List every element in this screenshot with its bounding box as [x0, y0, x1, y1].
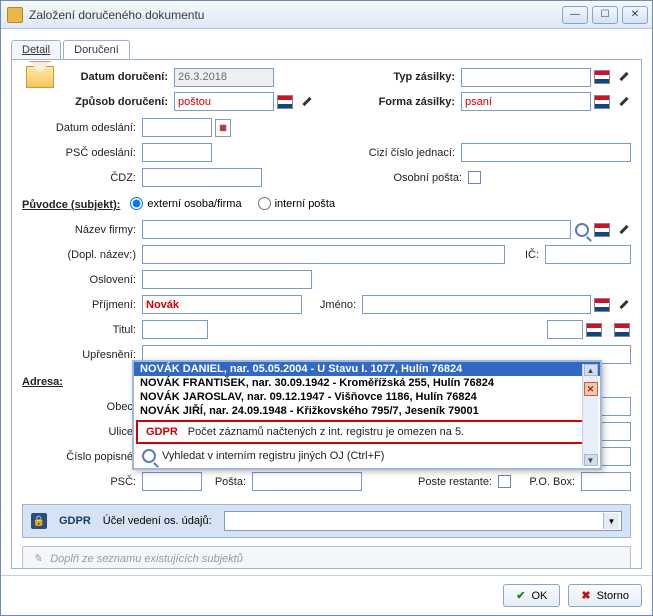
flag-icon[interactable]: [585, 321, 603, 339]
typ-zasilky-input[interactable]: [461, 68, 591, 87]
label-ucel: Účel vedení os. údajů:: [103, 515, 212, 527]
chevron-down-icon: ▼: [603, 513, 619, 529]
datum-doruceni-input[interactable]: [174, 68, 274, 87]
edit-icon[interactable]: [296, 93, 314, 111]
label-upresneni: Upřesnění:: [22, 349, 142, 361]
close-button[interactable]: ✕: [622, 6, 648, 24]
label-cislo-popisne: Číslo popisné:: [22, 451, 142, 463]
dropdown-scrollbar[interactable]: ▲ ✕ ▼: [582, 364, 598, 466]
search-icon[interactable]: [573, 221, 591, 239]
radio-interni[interactable]: interní pošta: [258, 197, 336, 210]
section-adresa: Adresa:: [22, 376, 63, 388]
label-pobox: P.O. Box:: [511, 476, 581, 488]
dropdown-item[interactable]: NOVÁK FRANTIŠEK, nar. 30.09.1942 - Kromě…: [134, 376, 600, 390]
gdpr-title: GDPR: [59, 515, 91, 527]
posta-input[interactable]: [252, 472, 362, 491]
flag-icon[interactable]: [276, 93, 294, 111]
label-datum-doruceni: Datum doručení:: [64, 71, 174, 83]
label-titul: Titul:: [22, 324, 142, 336]
label-psc: PSČ:: [22, 476, 142, 488]
flag-icon[interactable]: [613, 321, 631, 339]
storno-button[interactable]: ✖Storno: [568, 584, 642, 607]
flag-icon[interactable]: [593, 93, 611, 111]
label-osobni-posta: Osobní pošta:: [394, 172, 469, 184]
ic-input[interactable]: [545, 245, 631, 264]
dropdown-item[interactable]: NOVÁK JAROSLAV, nar. 09.12.1947 - Višňov…: [134, 390, 600, 404]
osobni-posta-checkbox[interactable]: [468, 171, 481, 184]
fill-from-list-button[interactable]: ✎ Doplň ze seznamu existujících subjektů: [22, 546, 631, 569]
flag-icon[interactable]: [593, 296, 611, 314]
label-dopl-nazev: (Dopl. název:): [22, 249, 142, 261]
cdz-input[interactable]: [142, 168, 262, 187]
window-title: Založení doručeného dokumentu: [29, 8, 204, 22]
dopl-nazev-input[interactable]: [142, 245, 505, 264]
label-ic: IČ:: [505, 249, 545, 261]
label-typ-zasilky: Typ zásilky:: [393, 71, 461, 83]
label-jmeno: Jméno:: [302, 299, 362, 311]
prijmeni-input[interactable]: [142, 295, 302, 314]
nazev-firmy-input[interactable]: [142, 220, 571, 239]
label-datum-odeslani: Datum odeslání:: [22, 122, 142, 134]
dropdown-search-row[interactable]: Vyhledat v interním registru jiných OJ (…: [134, 444, 600, 468]
app-icon: [7, 7, 23, 23]
dropdown-item[interactable]: NOVÁK DANIEL, nar. 05.05.2004 - U Stavu …: [134, 362, 600, 376]
label-ulice: Ulice:: [22, 426, 142, 438]
flag-icon[interactable]: [593, 68, 611, 86]
edit-icon[interactable]: [613, 221, 631, 239]
label-poste-restante: Poste restante:: [418, 476, 498, 488]
maximize-button[interactable]: ☐: [592, 6, 618, 24]
radio-externi[interactable]: externí osoba/firma: [130, 197, 241, 210]
dropdown-item[interactable]: NOVÁK JIŘÍ, nar. 24.09.1948 - Křižkovské…: [134, 404, 600, 418]
poste-restante-checkbox[interactable]: [498, 475, 511, 488]
titlebar: Založení doručeného dokumentu — ☐ ✕: [1, 1, 652, 29]
cizi-cislo-input[interactable]: [461, 143, 631, 162]
label-cdz: ČDZ:: [22, 172, 142, 184]
gdpr-limit-banner: GDPR Počet záznamů načtených z int. regi…: [136, 420, 598, 444]
edit-icon[interactable]: [613, 93, 631, 111]
label-nazev-firmy: Název firmy:: [22, 224, 142, 236]
label-prijmeni: Příjmení:: [22, 299, 142, 311]
mail-icon: [26, 66, 54, 88]
zpusob-doruceni-input[interactable]: [174, 92, 274, 111]
gdpr-panel: 🔒 GDPR Účel vedení os. údajů: ▼: [22, 504, 631, 538]
flag-icon[interactable]: [593, 221, 611, 239]
label-cizi-cislo: Cizí číslo jednací:: [369, 147, 461, 159]
minimize-button[interactable]: —: [562, 6, 588, 24]
pobox-input[interactable]: [581, 472, 631, 491]
jmeno-input[interactable]: [362, 295, 591, 314]
label-zpusob-doruceni: Způsob doručení:: [64, 96, 174, 108]
label-forma-zasilky: Forma zásilky:: [379, 96, 461, 108]
label-osloveni: Oslovení:: [22, 274, 142, 286]
section-puvodce: Původce (subjekt):: [22, 199, 120, 211]
wand-icon: ✎: [33, 552, 42, 565]
osloveni-input[interactable]: [142, 270, 312, 289]
edit-icon[interactable]: [613, 68, 631, 86]
dropdown-close-button[interactable]: ✕: [584, 382, 598, 396]
lock-icon: 🔒: [31, 513, 47, 529]
label-psc-odeslani: PSČ odeslání:: [22, 147, 142, 159]
ucel-combo[interactable]: ▼: [224, 511, 622, 531]
scroll-down-icon[interactable]: ▼: [584, 454, 598, 466]
scroll-up-icon[interactable]: ▲: [584, 364, 598, 376]
edit-icon[interactable]: [613, 296, 631, 314]
titul2-input[interactable]: [547, 320, 583, 339]
label-obec: Obec:: [22, 401, 142, 413]
titul-input[interactable]: [142, 320, 208, 339]
datum-odeslani-input[interactable]: [142, 118, 212, 137]
ok-button[interactable]: ✔OK: [503, 584, 560, 607]
tab-doruceni[interactable]: Doručení: [63, 40, 130, 60]
tab-detail[interactable]: Detail: [11, 40, 61, 59]
psc-input[interactable]: [142, 472, 202, 491]
autocomplete-dropdown: NOVÁK DANIEL, nar. 05.05.2004 - U Stavu …: [132, 360, 602, 470]
search-icon: [142, 449, 156, 463]
label-posta: Pošta:: [202, 476, 252, 488]
psc-odeslani-input[interactable]: [142, 143, 212, 162]
forma-zasilky-input[interactable]: [461, 92, 591, 111]
calendar-icon[interactable]: ▦: [214, 119, 232, 137]
